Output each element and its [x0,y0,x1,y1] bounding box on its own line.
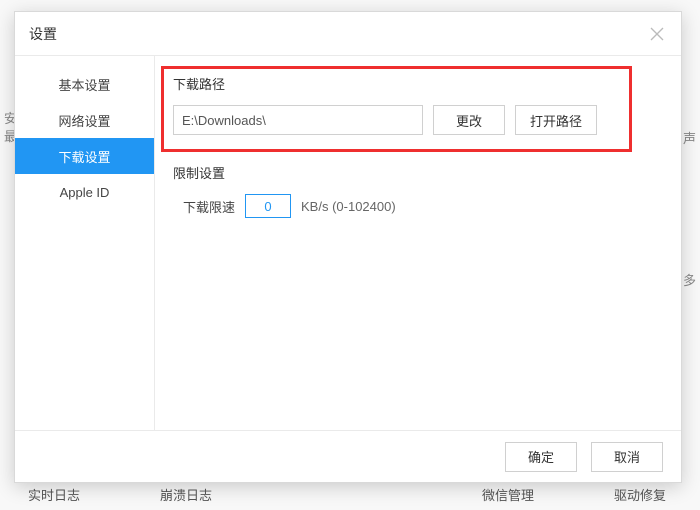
sidebar: 基本设置 网络设置 下载设置 Apple ID [15,56,155,430]
cancel-button[interactable]: 取消 [591,442,663,472]
dialog-title: 设置 [29,24,57,44]
limit-label: 下载限速 [183,197,235,216]
settings-dialog: 设置 基本设置 网络设置 下载设置 Apple ID 下载路径 更改 打开路径 … [14,11,682,483]
change-button[interactable]: 更改 [433,105,505,135]
bg-bottom-item[interactable]: 驱动修复 [614,485,666,504]
bg-text: 声 [683,128,696,147]
download-path-input[interactable] [173,105,423,135]
dialog-body: 基本设置 网络设置 下载设置 Apple ID 下载路径 更改 打开路径 限制设… [15,56,681,430]
limit-row: 下载限速 KB/s (0-102400) [173,194,659,218]
sidebar-item-download[interactable]: 下载设置 [15,138,154,174]
bg-bottom-item[interactable]: 微信管理 [482,485,534,504]
titlebar: 设置 [15,12,681,56]
content-area: 下载路径 更改 打开路径 限制设置 下载限速 KB/s (0-102400) [155,56,681,430]
ok-button[interactable]: 确定 [505,442,577,472]
limit-section-title: 限制设置 [173,163,659,182]
download-path-row: 更改 打开路径 [173,105,659,135]
bg-bottom-row: 实时日志 崩溃日志 微信管理 驱动修复 [0,485,700,504]
download-path-section: 下载路径 更改 打开路径 [173,74,659,135]
bg-text: 多 [683,270,696,289]
limit-input[interactable] [245,194,291,218]
sidebar-item-basic[interactable]: 基本设置 [15,66,154,102]
sidebar-item-appleid[interactable]: Apple ID [15,174,154,210]
limit-unit: KB/s (0-102400) [301,199,396,214]
close-button[interactable] [647,24,667,44]
bg-bottom-item[interactable]: 崩溃日志 [160,485,212,504]
bg-bottom-item[interactable]: 实时日志 [28,485,80,504]
open-path-button[interactable]: 打开路径 [515,105,597,135]
dialog-footer: 确定 取消 [15,430,681,482]
limit-section: 限制设置 下载限速 KB/s (0-102400) [173,163,659,218]
download-path-title: 下载路径 [173,74,659,93]
sidebar-item-network[interactable]: 网络设置 [15,102,154,138]
close-icon [650,27,664,41]
